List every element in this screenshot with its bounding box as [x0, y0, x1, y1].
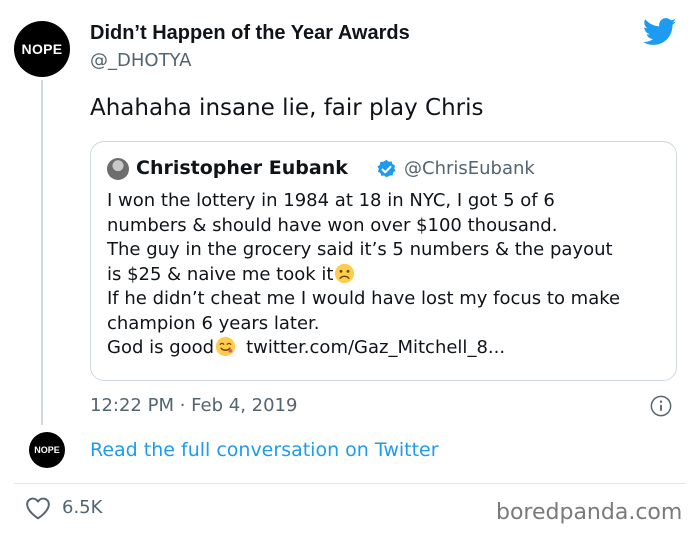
- quoted-line: I won the lottery in 1984 at 18 in NYC, …: [107, 190, 555, 211]
- quoted-tweet[interactable]: Christopher Eubank @ChrisEubank I won th…: [90, 141, 677, 381]
- quoted-line: The guy in the grocery said it’s 5 numbe…: [107, 239, 613, 260]
- quoted-author-name[interactable]: Christopher Eubank: [136, 157, 348, 179]
- twitter-bird-icon[interactable]: [643, 18, 677, 46]
- like-count: 6.5K: [62, 497, 103, 518]
- quoted-line-with-emoji: is $25 & naive me took it: [107, 263, 620, 288]
- quoted-line: If he didn’t cheat me I would have lost …: [107, 288, 621, 309]
- quoted-line: is $25 & naive me took it: [107, 263, 334, 285]
- avatar-text: NOPE: [21, 41, 63, 57]
- quoted-avatar[interactable]: [107, 158, 129, 180]
- quoted-line: champion 6 years later.: [107, 312, 320, 334]
- divider: [14, 483, 686, 484]
- author-name[interactable]: Didn’t Happen of the Year Awards: [90, 22, 410, 45]
- avatar-text: NOPE: [34, 445, 60, 455]
- tweet-timestamp[interactable]: 12:22 PM · Feb 4, 2019: [90, 395, 297, 416]
- quoted-line: God is good: [107, 337, 215, 358]
- verified-badge-icon: [377, 159, 396, 178]
- tweet-text: Ahahaha insane lie, fair play Chris: [90, 95, 484, 121]
- quoted-link[interactable]: twitter.com/Gaz_Mitchell_8...: [246, 337, 505, 358]
- watermark: boredpanda.com: [496, 500, 683, 525]
- smiling-face-emoji: [215, 336, 236, 357]
- frowning-face-emoji: [335, 263, 355, 283]
- thread-line: [41, 80, 43, 425]
- info-icon[interactable]: [650, 395, 672, 417]
- read-conversation-link[interactable]: Read the full conversation on Twitter: [90, 439, 439, 461]
- avatar[interactable]: NOPE: [14, 21, 70, 77]
- quoted-line: numbers & should have won over $100 thou…: [107, 214, 558, 236]
- heart-icon[interactable]: [25, 496, 51, 520]
- author-handle[interactable]: @_DHOTYA: [90, 50, 191, 71]
- quoted-text: I won the lottery in 1984 at 18 in NYC, …: [107, 189, 620, 361]
- quoted-author-handle[interactable]: @ChrisEubank: [404, 158, 535, 179]
- quoted-line-with-emoji: God is good twitter.com/Gaz_Mitchell_8...: [107, 336, 620, 361]
- conversation-avatar[interactable]: NOPE: [29, 432, 65, 468]
